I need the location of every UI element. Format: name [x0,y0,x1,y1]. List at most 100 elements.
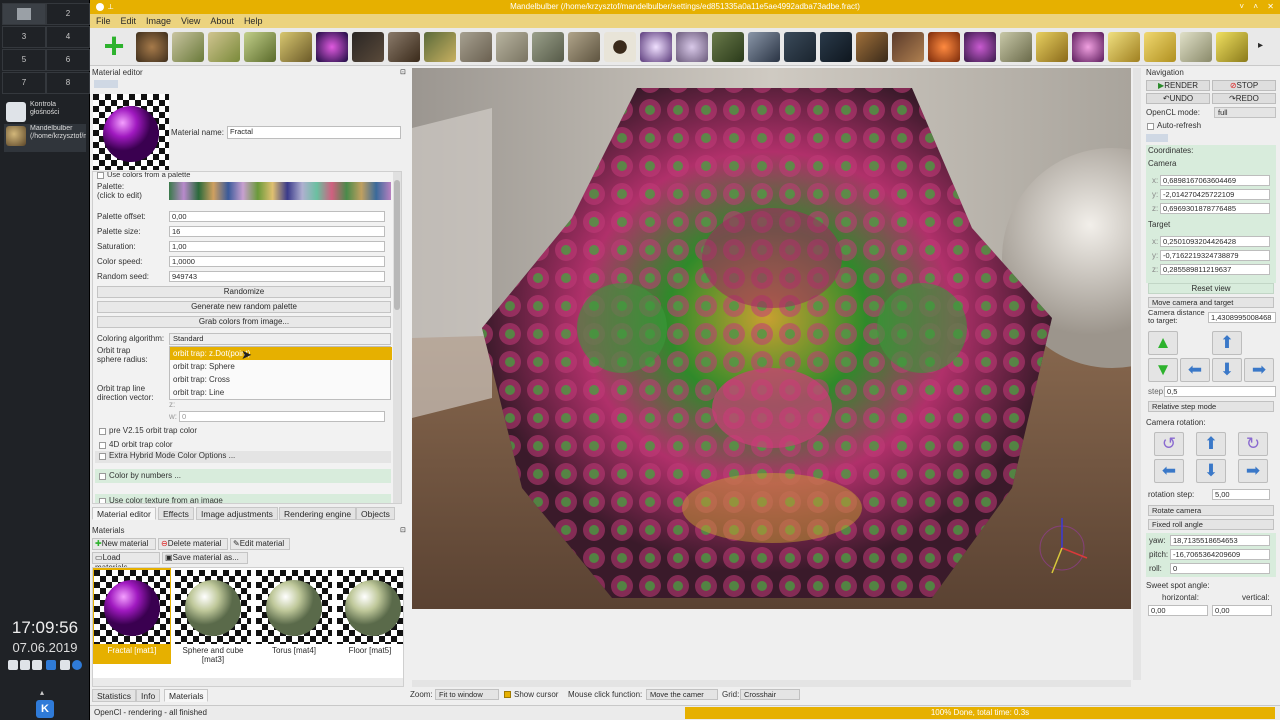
preset-thumbnail[interactable] [1072,32,1104,62]
render-button[interactable]: ▶RENDER [1146,80,1210,91]
dock-float-icon[interactable]: ⊡ [400,68,406,76]
yaw-input[interactable]: 18,7135518654653 [1170,535,1270,546]
scrollbar[interactable] [393,172,401,503]
material-thumbnail-sphere-cube[interactable] [175,570,251,644]
palette-bar[interactable] [169,182,391,200]
materials-hscrollbar[interactable] [93,678,403,686]
preset-thumbnail[interactable] [1036,32,1068,62]
maximize-icon[interactable]: ˄ [1253,0,1258,14]
grab-colors-button[interactable]: Grab colors from image... [97,316,391,328]
preset-thumbnail[interactable] [1180,32,1212,62]
clipboard-icon[interactable] [8,660,18,670]
move-left-button[interactable]: ⬅ [1180,358,1210,382]
tab-info[interactable]: Info [136,689,161,702]
workspace-5[interactable]: 5 [2,49,46,71]
preset-thumbnail[interactable] [244,32,276,62]
expand-arrow-icon[interactable]: ▴ [40,688,44,697]
palette-offset-input[interactable]: 0,00 [169,211,385,222]
preset-thumbnail[interactable] [640,32,672,62]
close-icon[interactable]: ✕ [1267,0,1274,14]
material-thumbnail-fractal[interactable] [94,570,170,644]
4d-orbit-trap-checkbox[interactable] [99,442,106,449]
volume-icon[interactable] [60,660,70,670]
load-materials-button[interactable]: ▭Load materials... [92,552,160,572]
navigation-toolbar-icons[interactable] [1146,134,1168,142]
tab-effects[interactable]: Effects [158,507,194,520]
add-preset-button[interactable]: + [98,28,130,64]
dock-float-icon[interactable]: ⊡ [400,526,406,534]
toolbar-scroll-right-icon[interactable]: ▸ [1258,40,1263,51]
preset-thumbnail[interactable] [460,32,492,62]
move-forward-button[interactable]: ⬆ [1212,331,1242,355]
material-name-input[interactable]: Fractal [227,126,401,139]
title-bar[interactable]: ⟂ Mandelbulber (/home/krzysztof/mandelbu… [90,0,1280,14]
opencl-mode-select[interactable]: full [1214,107,1276,118]
preset-thumbnail[interactable] [208,32,240,62]
task-volume-control[interactable]: Kontrola głośności [4,100,86,126]
rotate-cw-button[interactable]: ↻ [1238,432,1268,456]
step-input[interactable]: 0,5 [1164,386,1276,397]
preset-thumbnail[interactable] [568,32,600,62]
preset-thumbnail[interactable] [352,32,384,62]
delete-material-button[interactable]: ⊖Delete material [158,538,228,550]
rotate-right-button[interactable]: ➡ [1238,459,1268,483]
preset-thumbnail[interactable] [820,32,852,62]
preset-thumbnail[interactable] [748,32,780,62]
network-icon[interactable] [32,660,42,670]
randomize-button[interactable]: Randomize [97,286,391,298]
workspace-7[interactable]: 7 [2,72,46,94]
workspace-4[interactable]: 4 [46,26,90,48]
tab-statistics[interactable]: Statistics [92,689,137,702]
rotate-left-button[interactable]: ⬅ [1154,459,1184,483]
redo-button[interactable]: ↷REDO [1212,93,1276,104]
camera-distance-input[interactable]: 1,4308995008468 [1208,312,1276,323]
roll-input[interactable]: 0 [1170,563,1270,574]
generate-palette-button[interactable]: Generate new random palette [97,301,391,313]
pin-icon[interactable]: ⟂ [108,0,113,14]
target-y-input[interactable]: -0,7162219324738879 [1160,250,1270,261]
preset-thumbnail[interactable] [928,32,960,62]
color-speed-input[interactable]: 1,0000 [169,256,385,267]
scrollbar-thumb[interactable] [394,180,400,310]
color-texture-checkbox[interactable] [99,498,106,503]
preset-thumbnail[interactable] [1144,32,1176,62]
tab-material-editor[interactable]: Material editor [92,507,156,520]
viewport-hscrollbar[interactable] [412,680,1131,687]
kde-launcher-icon[interactable]: K [36,700,54,718]
random-seed-input[interactable]: 949743 [169,271,385,282]
preset-thumbnail[interactable] [172,32,204,62]
step-mode-select[interactable]: Relative step mode [1148,401,1274,412]
preset-thumbnail[interactable] [532,32,564,62]
menu-help[interactable]: Help [244,14,263,28]
preset-thumbnail[interactable] [856,32,888,62]
extra-hybrid-checkbox[interactable] [99,453,106,460]
tab-materials[interactable]: Materials [164,689,209,702]
preset-thumbnail[interactable] [316,32,348,62]
dropdown-option-cross[interactable]: orbit trap: Cross [170,373,392,386]
camera-mode-select[interactable]: Move camera and target [1148,297,1274,308]
preset-thumbnail[interactable] [604,32,636,62]
tab-objects[interactable]: Objects [356,507,395,520]
horizontal-input[interactable]: 0,00 [1148,605,1208,616]
camera-y-input[interactable]: -2,014270425722109 [1160,189,1270,200]
color-by-numbers-checkbox[interactable] [99,473,106,480]
preset-thumbnail[interactable] [280,32,312,62]
task-mandelbulber[interactable]: Mandelbulber (/home/krzysztof/mandelbulb… [4,124,86,152]
preset-thumbnail[interactable] [964,32,996,62]
preset-thumbnail[interactable] [136,32,168,62]
saturation-input[interactable]: 1,00 [169,241,385,252]
workspace-3[interactable]: 3 [2,26,46,48]
rotate-ccw-button[interactable]: ↺ [1154,432,1184,456]
move-up-green-button[interactable]: ▲ [1148,331,1178,355]
use-colors-checkbox[interactable] [97,172,104,179]
bluetooth-icon[interactable] [46,660,56,670]
device-icon[interactable] [20,660,30,670]
move-right-button[interactable]: ➡ [1244,358,1274,382]
vertical-input[interactable]: 0,00 [1212,605,1272,616]
menu-view[interactable]: View [181,14,200,28]
preset-thumbnail[interactable] [1108,32,1140,62]
preset-thumbnail[interactable] [1216,32,1248,62]
move-down-green-button[interactable]: ▼ [1148,358,1178,382]
workspace-1[interactable] [2,3,46,25]
undo-button[interactable]: ↶UNDO [1146,93,1210,104]
